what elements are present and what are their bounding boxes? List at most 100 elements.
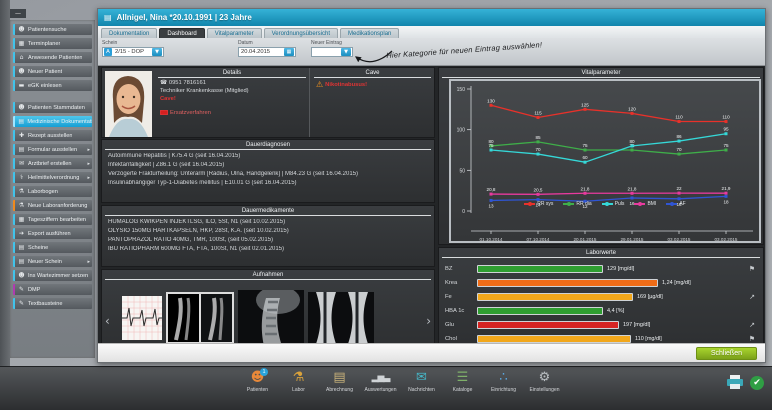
sidebar-group: ☻Patienten Stammdaten ▤Medizinische Dokum… — [13, 102, 92, 309]
flag-icon[interactable]: ⚑ — [749, 265, 755, 273]
toolbar-einrichtung[interactable]: ∴Einrichtung — [486, 370, 521, 393]
tab-vitalparameter[interactable]: Vitalparameter — [207, 28, 262, 38]
lab-row-hba-1c: HBA 1c4,4 [%] — [445, 304, 757, 318]
sidebar-item-egk-einlesen[interactable]: ▬eGK einlesen — [13, 80, 92, 91]
menu-button[interactable]: — — [10, 9, 26, 18]
neuer-eintrag-dropdown[interactable]: ▼ — [311, 47, 353, 57]
phone-icon: ☎ — [160, 80, 167, 86]
lab-icon: ⚗ — [18, 188, 25, 195]
sheet-icon: ▤ — [18, 244, 25, 251]
sidebar-item-label: Tagesziffern bearbeiten — [28, 217, 86, 223]
sidebar-item-ins-wartezimmer-setzen[interactable]: ☻Ins Wartezimmer setzen — [13, 270, 92, 281]
legend-item-bmi: BMI — [634, 201, 656, 207]
calendar-icon[interactable]: ▦ — [284, 48, 294, 56]
sidebar-item-formular-ausstellen[interactable]: ▤Formular ausstellen▸ — [13, 144, 92, 155]
neck-xray-thumbnail[interactable] — [308, 292, 374, 344]
toolbar-patienten[interactable]: ☻Patienten1 — [240, 370, 275, 393]
tab-dashboard[interactable]: Dashboard — [159, 28, 204, 38]
medication-entry[interactable]: PANTOPRAZOL RATIO 40MG, TMR, 100St, (sei… — [108, 237, 428, 243]
medication-entry[interactable]: OLYSIO 150MG HARTKAPSELN, HKP, 28St, K.A… — [108, 228, 428, 234]
sidebar-item-laborbogen[interactable]: ⚗Laborbogen — [13, 186, 92, 197]
trend-icon[interactable]: ↗ — [749, 293, 755, 301]
sidebar-item-medizinische-dokumentation[interactable]: ▤Medizinische Dokumentation — [13, 116, 92, 127]
toolbar-kataloge[interactable]: ☰Kataloge — [445, 370, 480, 393]
svg-text:22: 22 — [676, 186, 682, 191]
carousel-right-arrow-icon[interactable]: › — [426, 314, 431, 328]
letter-icon: ✉ — [18, 160, 25, 167]
toolbar-labor[interactable]: ⚗Labor — [281, 370, 316, 393]
medication-entry[interactable]: IBU RATIOPHARM 600MG FTA, FTA, 100St, N1… — [108, 246, 428, 252]
taskbar-items: ☻Patienten1 ⚗Labor ▤Abrechnung ▂▅▃Auswertun… — [240, 370, 562, 393]
ekg-strip-thumbnail[interactable] — [122, 296, 162, 340]
toolbar-nachrichten[interactable]: ✉Nachrichten — [404, 370, 439, 393]
toolbar-einstellungen[interactable]: ⚙Einstellungen — [527, 370, 562, 393]
svg-text:0: 0 — [462, 209, 465, 215]
printer-icon[interactable] — [726, 375, 744, 390]
svg-text:75: 75 — [488, 143, 494, 148]
datum-input[interactable]: 20.04.2015 ▦ — [238, 47, 296, 57]
lab-value: 129 [mg/dl] — [607, 266, 634, 272]
svg-text:03.02.2015: 03.02.2015 — [668, 237, 691, 242]
legend-item-rr-sys: RR sys — [524, 201, 553, 207]
trend-icon[interactable]: ↗ — [749, 321, 755, 329]
schein-type-icon: A — [104, 48, 112, 56]
toolbar-auswertungen[interactable]: ▂▅▃Auswertungen — [363, 370, 398, 393]
svg-text:130: 130 — [487, 98, 495, 103]
sidebar-item-neue-laboranforderung[interactable]: ⚗Neue Laboranforderung — [13, 200, 92, 211]
dmp-icon: ✎ — [18, 286, 25, 293]
lab-row-bz: BZ129 [mg/dl]⚑ — [445, 262, 757, 276]
tab-verordnungs-bersicht[interactable]: Verordnungsübersicht — [264, 28, 338, 38]
close-button[interactable]: Schließen — [696, 347, 757, 360]
dauerdiagnosen-panel: Dauerdiagnosen Autoimmune Hepatitis | K7… — [101, 139, 435, 203]
submenu-arrow-icon: ▸ — [87, 147, 90, 153]
wait-icon: ☻ — [18, 272, 25, 279]
sidebar-item-heilmittelverordnung[interactable]: ⚕Heilmittelverordnung▸ — [13, 172, 92, 183]
schein-label: Schein — [102, 40, 164, 46]
diagnosis-entry[interactable]: Verzögerte Frakturheilung: Unterarm [Rad… — [108, 171, 428, 177]
status-ok-icon[interactable]: ✔ — [750, 376, 764, 390]
sidebar-item-textbausteine[interactable]: ✎Textbausteine — [13, 298, 92, 309]
svg-text:115: 115 — [534, 110, 542, 115]
sidebar-item-tagesziffern-bearbeiten[interactable]: ▦Tagesziffern bearbeiten — [13, 214, 92, 225]
tab-dokumentation[interactable]: Dokumentation — [101, 28, 157, 38]
sidebar-item-patientensuche[interactable]: ☻Patientensuche — [13, 24, 92, 35]
sidebar-item-neuer-patient[interactable]: ☻Neuer Patient — [13, 66, 92, 77]
forearm-xray-thumbnail[interactable] — [166, 292, 234, 344]
lab-label: Fe — [445, 294, 477, 300]
sidebar-item-patienten-stammdaten[interactable]: ☻Patienten Stammdaten — [13, 102, 92, 113]
reports-icon: ▂▅▃ — [372, 370, 390, 386]
diagnosis-entry[interactable]: Autoimmune Hepatitis | K75.4 G (seit 16.… — [108, 153, 428, 159]
sidebar-item-scheine[interactable]: ▤Scheine — [13, 242, 92, 253]
schein-dropdown-arrow-icon[interactable]: ▼ — [152, 48, 162, 56]
patient-warning: Cave! — [160, 96, 309, 102]
diagnosis-entry[interactable]: Insulinabhängiger Typ-1-Diabetes mellitu… — [108, 180, 428, 186]
sidebar-item-neuer-schein[interactable]: ▤Neuer Schein▸ — [13, 256, 92, 267]
sidebar-item-export-ausf-hren[interactable]: ➔Export ausführen — [13, 228, 92, 239]
sidebar-item-label: Laborbogen — [28, 189, 58, 195]
toolbar-abrechnung[interactable]: ▤Abrechnung — [322, 370, 357, 393]
svg-text:60: 60 — [582, 155, 588, 160]
cave-section: Cave ⚠Nikotinabusus! — [311, 68, 434, 137]
lab-label: HBA 1c — [445, 308, 477, 314]
neuer-eintrag-label: Neuer Eintrag — [311, 40, 353, 46]
patient-phone: ☎ 0951 7816161 — [160, 80, 309, 86]
medication-entry[interactable]: HUMALOG KWIKPEN INJEKTLSG, ILO, 5St, N1 … — [108, 219, 428, 225]
carousel-left-arrow-icon[interactable]: ‹ — [105, 314, 110, 328]
lab-icon: ⚗ — [18, 202, 25, 209]
flag-icon[interactable]: ⚑ — [749, 335, 755, 343]
schein-dropdown[interactable]: A 2/15 - DOP ▼ — [102, 47, 164, 57]
sidebar-group: ☻Patientensuche ▦Terminplaner ⌂Anwesende P… — [13, 24, 92, 91]
cave-header: Cave — [314, 68, 431, 78]
sidebar-item-anwesende-patienten[interactable]: ⌂Anwesende Patienten — [13, 52, 92, 63]
legend-item-af: AF — [666, 201, 685, 207]
sidebar-item-dmp[interactable]: ✎DMP — [13, 284, 92, 295]
cervical-spine-xray-thumbnail[interactable] — [238, 290, 304, 346]
diagnosis-entry[interactable]: Infektanfälligkeit | Z86.1 G (seit 16.04… — [108, 162, 428, 168]
tab-medikationsplan[interactable]: Medikationsplan — [340, 28, 399, 38]
sidebar-item-arztbrief-erstellen[interactable]: ✉Arztbrief erstellen▸ — [13, 158, 92, 169]
sidebar-item-rezept-ausstellen[interactable]: ✚Rezept ausstellen — [13, 130, 92, 141]
lab-value-bar — [477, 265, 603, 273]
sidebar-item-label: Anwesende Patienten — [28, 55, 82, 61]
cave-entry: ⚠Nikotinabusus! — [316, 80, 434, 89]
sidebar-item-terminplaner[interactable]: ▦Terminplaner — [13, 38, 92, 49]
